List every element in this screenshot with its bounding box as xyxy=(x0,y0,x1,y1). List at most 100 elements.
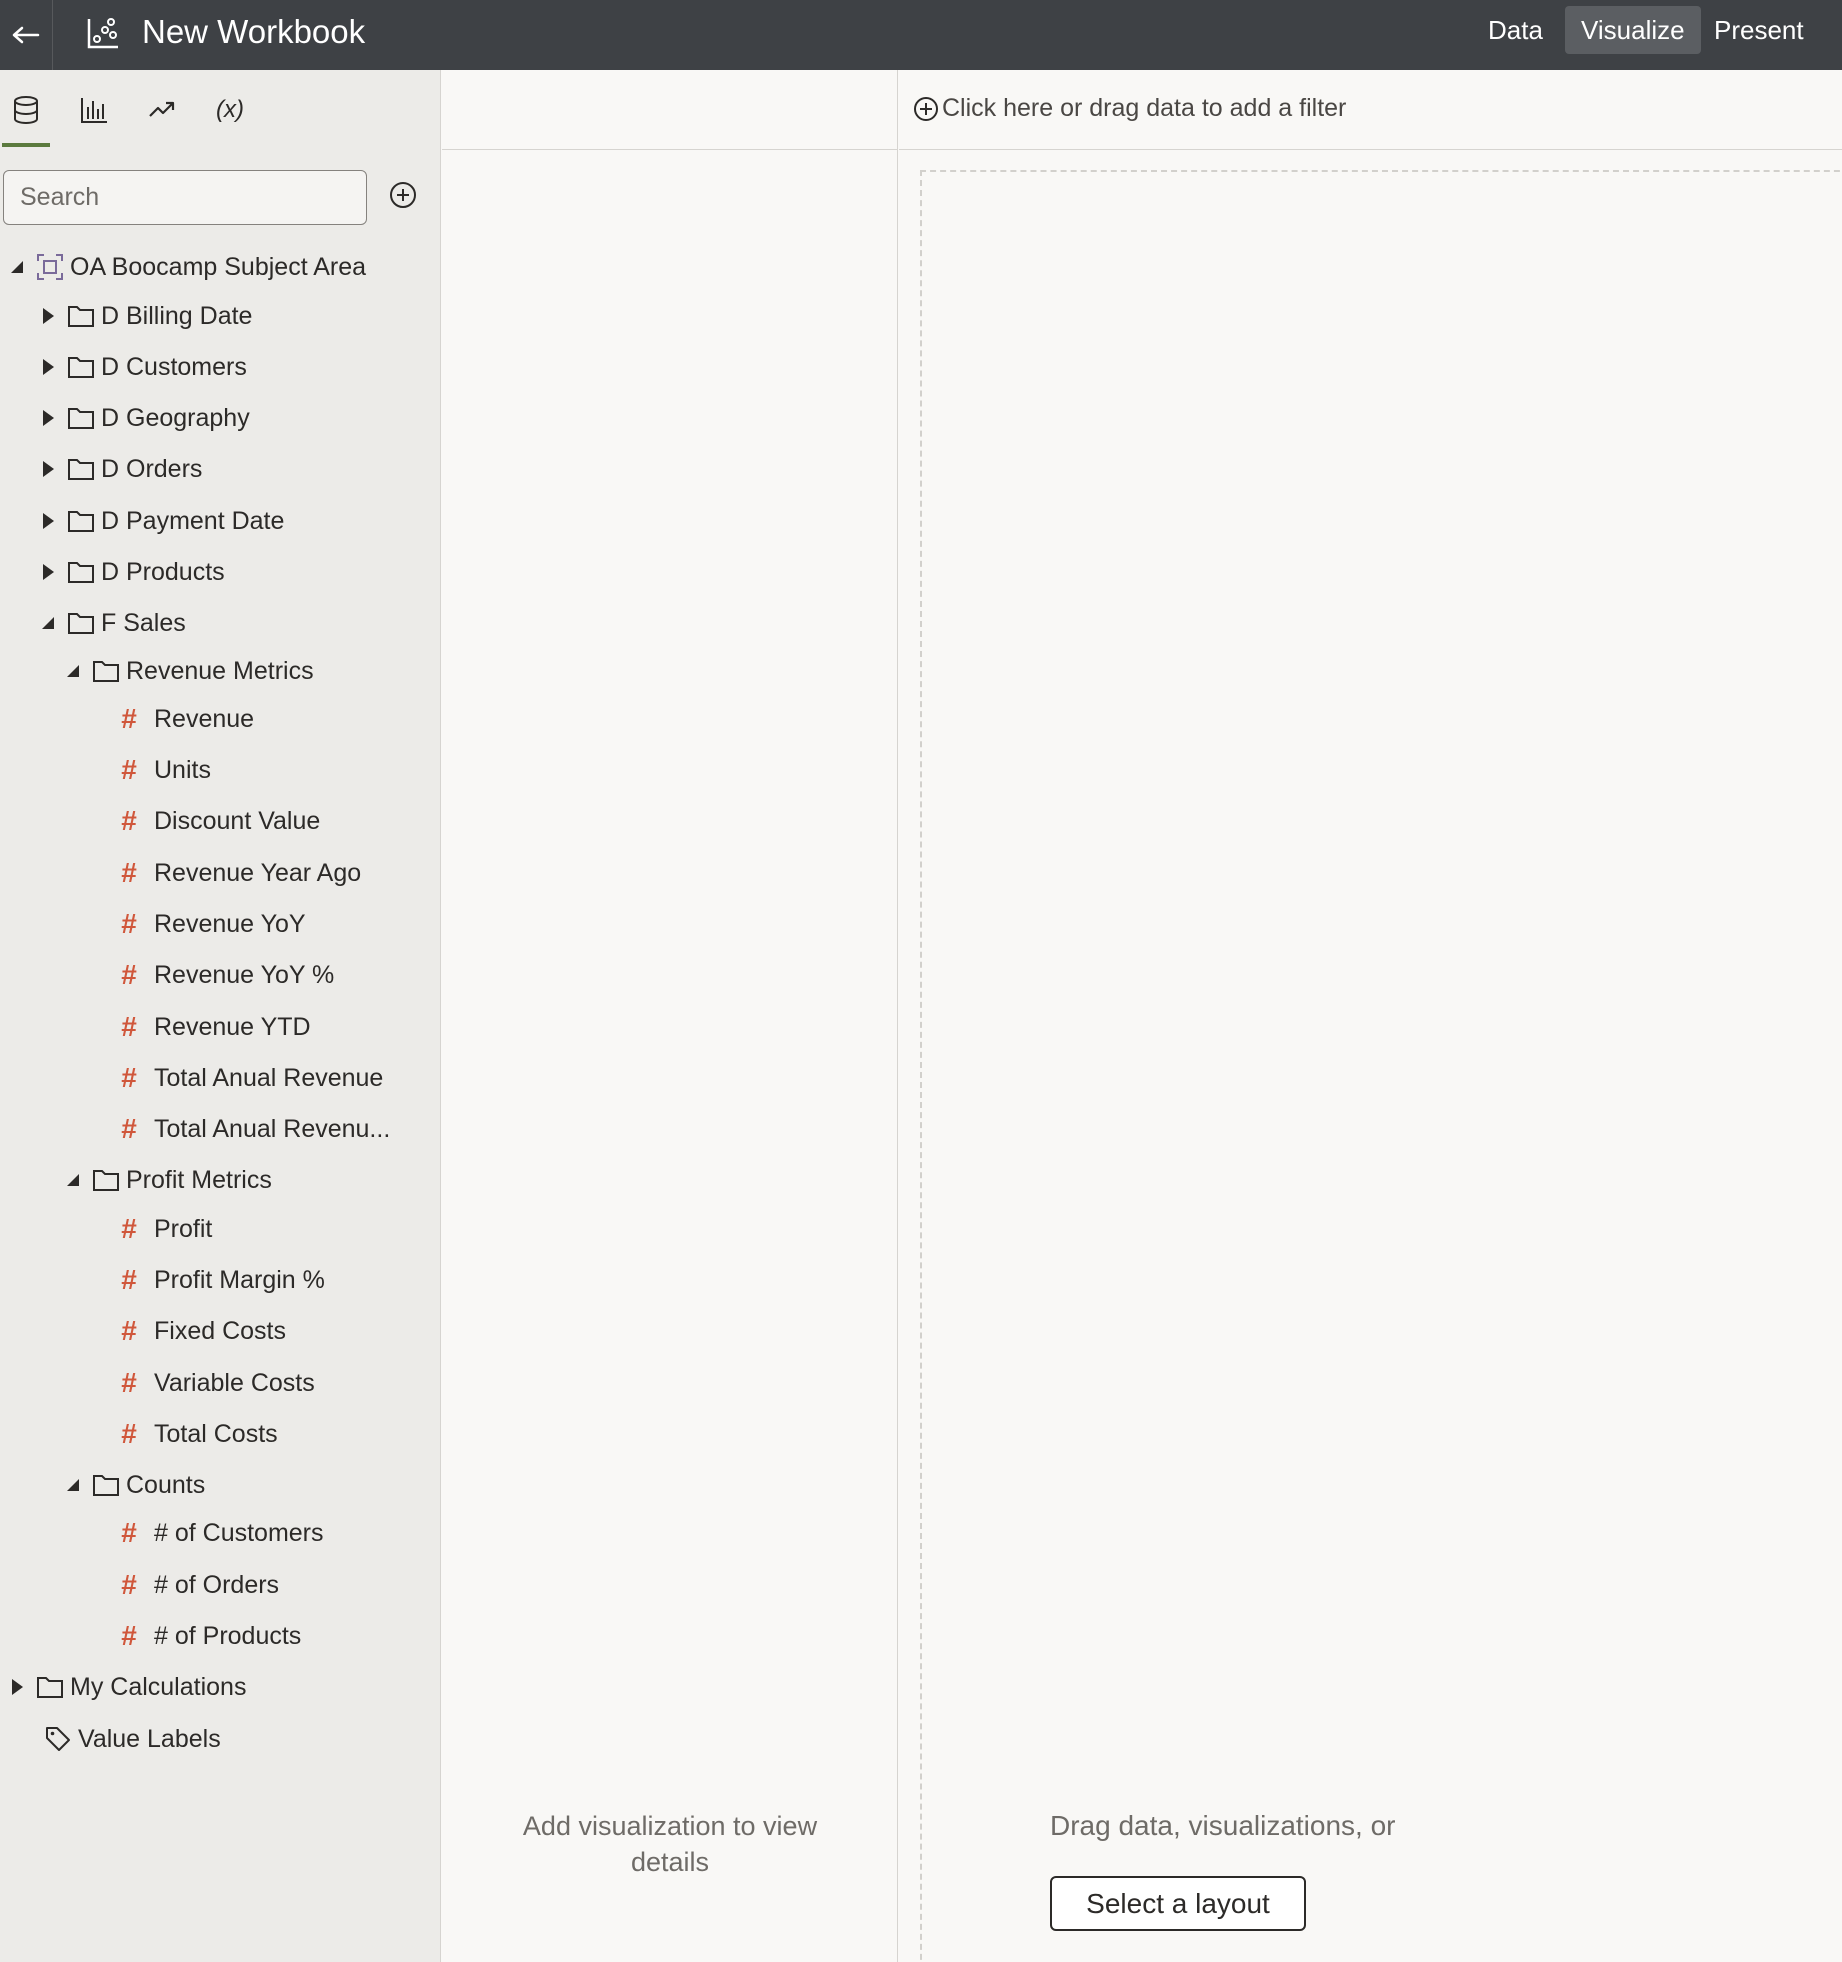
measure-label: Revenue YTD xyxy=(154,1012,311,1041)
tree-folder-calculations[interactable]: My Calculations xyxy=(6,1667,246,1707)
measure-icon: # xyxy=(121,1264,137,1295)
measure-item[interactable]: # Revenue Year Ago xyxy=(116,853,361,893)
measure-icon: # xyxy=(121,754,137,785)
folder-label: D Orders xyxy=(101,454,203,483)
measure-item[interactable]: # # of Customers xyxy=(116,1513,323,1553)
measure-item[interactable]: # Revenue YoY xyxy=(116,904,305,944)
tree-folder[interactable]: D Geography xyxy=(37,398,250,438)
tab-visualizations[interactable] xyxy=(68,84,120,136)
measure-item[interactable]: # Total Anual Revenue xyxy=(116,1058,383,1098)
folder-label: D Products xyxy=(101,557,225,586)
measure-label: Total Anual Revenu... xyxy=(154,1114,391,1143)
measure-item[interactable]: # Total Costs xyxy=(116,1414,278,1454)
tree-folder-fact[interactable]: F Sales xyxy=(37,603,186,643)
measure-item[interactable]: # # of Orders xyxy=(116,1565,279,1605)
folder-icon xyxy=(67,304,95,328)
nav-present[interactable]: Present xyxy=(1698,6,1820,54)
canvas: Click here or drag data to add a filter … xyxy=(899,70,1842,1962)
tree-value-labels[interactable]: Value Labels xyxy=(44,1719,221,1759)
folder-icon xyxy=(67,406,95,430)
folder-icon xyxy=(92,659,120,683)
tab-analytics[interactable] xyxy=(136,84,188,136)
folder-icon xyxy=(67,560,95,584)
measure-item[interactable]: # Variable Costs xyxy=(116,1363,315,1403)
database-icon xyxy=(14,96,38,125)
empty-properties-message: Add visualization to view details xyxy=(522,1811,818,1877)
tab-data[interactable] xyxy=(0,84,52,136)
tree-folder[interactable]: D Products xyxy=(37,552,225,592)
measure-item[interactable]: # Revenue YoY % xyxy=(116,955,334,995)
bar-chart-icon xyxy=(81,98,107,123)
folder-label: D Billing Date xyxy=(101,301,253,330)
add-filter-icon[interactable] xyxy=(912,95,940,123)
measure-item[interactable]: # Profit xyxy=(116,1209,212,1249)
tree-folder[interactable]: D Payment Date xyxy=(37,501,284,541)
tree-subfolder[interactable]: Revenue Metrics xyxy=(62,651,314,691)
measure-item[interactable]: # Units xyxy=(116,750,211,790)
measure-label: Units xyxy=(154,755,211,784)
folder-icon xyxy=(67,611,95,635)
canvas-drop-area[interactable] xyxy=(920,170,1842,1962)
measure-icon: # xyxy=(121,1011,137,1042)
tree-subfolder[interactable]: Counts xyxy=(62,1465,205,1505)
tab-calculations[interactable]: (x) xyxy=(204,84,256,136)
measure-label: Revenue xyxy=(154,704,255,733)
measure-item[interactable]: # Discount Value xyxy=(116,801,320,841)
measure-icon: # xyxy=(121,1213,137,1244)
folder-icon xyxy=(36,1675,64,1699)
collapsed-caret-icon[interactable] xyxy=(37,449,59,489)
filter-bar[interactable]: Click here or drag data to add a filter xyxy=(899,70,1842,150)
measure-item[interactable]: # Total Anual Revenu... xyxy=(116,1109,390,1149)
folder-icon xyxy=(67,509,95,533)
tree-subfolder[interactable]: Profit Metrics xyxy=(62,1160,272,1200)
measure-icon: # xyxy=(121,908,137,939)
folder-label: My Calculations xyxy=(70,1672,247,1701)
measure-item[interactable]: # Profit Margin % xyxy=(116,1260,325,1300)
measure-icon: # xyxy=(121,805,137,836)
workbook-title[interactable]: New Workbook xyxy=(142,10,365,54)
measure-item[interactable]: # Revenue xyxy=(116,699,254,739)
measure-label: Total Anual Revenue xyxy=(154,1063,384,1092)
expanded-caret-icon[interactable] xyxy=(62,1465,84,1505)
measure-icon: # xyxy=(121,1062,137,1093)
measure-icon: # xyxy=(121,1315,137,1346)
folder-icon xyxy=(67,457,95,481)
folder-icon xyxy=(92,1473,120,1497)
collapsed-caret-icon[interactable] xyxy=(37,347,59,387)
filter-prompt[interactable]: Click here or drag data to add a filter xyxy=(942,94,1346,123)
folder-label: D Geography xyxy=(101,403,250,432)
nav-visualize[interactable]: Visualize xyxy=(1565,6,1701,54)
collapsed-caret-icon[interactable] xyxy=(37,296,59,336)
trend-icon xyxy=(149,101,175,117)
measure-label: Fixed Costs xyxy=(154,1316,286,1345)
add-data-icon[interactable] xyxy=(387,179,419,211)
expanded-caret-icon[interactable] xyxy=(62,1160,84,1200)
value-labels-label: Value Labels xyxy=(78,1724,221,1753)
expanded-caret-icon[interactable] xyxy=(37,603,59,643)
measure-icon: # xyxy=(121,1620,137,1651)
measure-item[interactable]: # Fixed Costs xyxy=(116,1311,286,1351)
collapsed-caret-icon[interactable] xyxy=(37,501,59,541)
tag-icon xyxy=(44,1725,72,1753)
measure-label: Variable Costs xyxy=(154,1368,315,1397)
select-layout-button[interactable]: Select a layout xyxy=(1050,1876,1306,1931)
data-panel: (x) OA Boocamp Subject Area D Billing Da… xyxy=(0,70,441,1962)
tree-root[interactable]: OA Boocamp Subject Area xyxy=(6,247,366,287)
panel-tabs: (x) xyxy=(0,70,441,148)
measure-item[interactable]: # Revenue YTD xyxy=(116,1007,311,1047)
collapsed-caret-icon[interactable] xyxy=(37,398,59,438)
tree-folder[interactable]: D Customers xyxy=(37,347,247,387)
expanded-caret-icon[interactable] xyxy=(62,651,84,691)
back-button[interactable] xyxy=(0,0,53,70)
search-input[interactable] xyxy=(3,170,367,225)
properties-header xyxy=(442,70,898,150)
expanded-caret-icon[interactable] xyxy=(6,247,28,287)
tree-folder[interactable]: D Orders xyxy=(37,449,202,489)
collapsed-caret-icon[interactable] xyxy=(37,552,59,592)
measure-item[interactable]: # # of Products xyxy=(116,1616,301,1656)
nav-data[interactable]: Data xyxy=(1472,6,1559,54)
tree-folder[interactable]: D Billing Date xyxy=(37,296,252,336)
tree-root-label: OA Boocamp Subject Area xyxy=(70,252,367,281)
measure-label: Total Costs xyxy=(154,1419,278,1448)
collapsed-caret-icon[interactable] xyxy=(6,1667,28,1707)
